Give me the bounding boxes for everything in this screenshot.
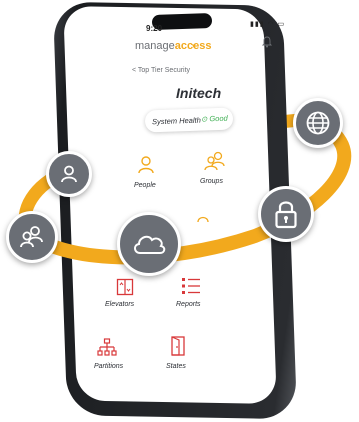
group-icon: [20, 226, 43, 248]
orbit-node-group: [6, 211, 58, 263]
promo-scene: 9:20 ▮▮▮ ◠ ▭ manageaccess ▾ < Top Tier S…: [0, 0, 359, 422]
orbit-node-person: [46, 151, 92, 197]
lock-icon: [275, 201, 297, 229]
globe-icon: [306, 111, 330, 135]
cloud-icon: [134, 235, 166, 254]
orbit-node-globe: [293, 98, 343, 148]
orbit-node-lock: [258, 186, 314, 242]
person-icon: [61, 165, 77, 183]
partial-icon: [197, 216, 209, 223]
orbit-node-cloud: [117, 212, 181, 276]
